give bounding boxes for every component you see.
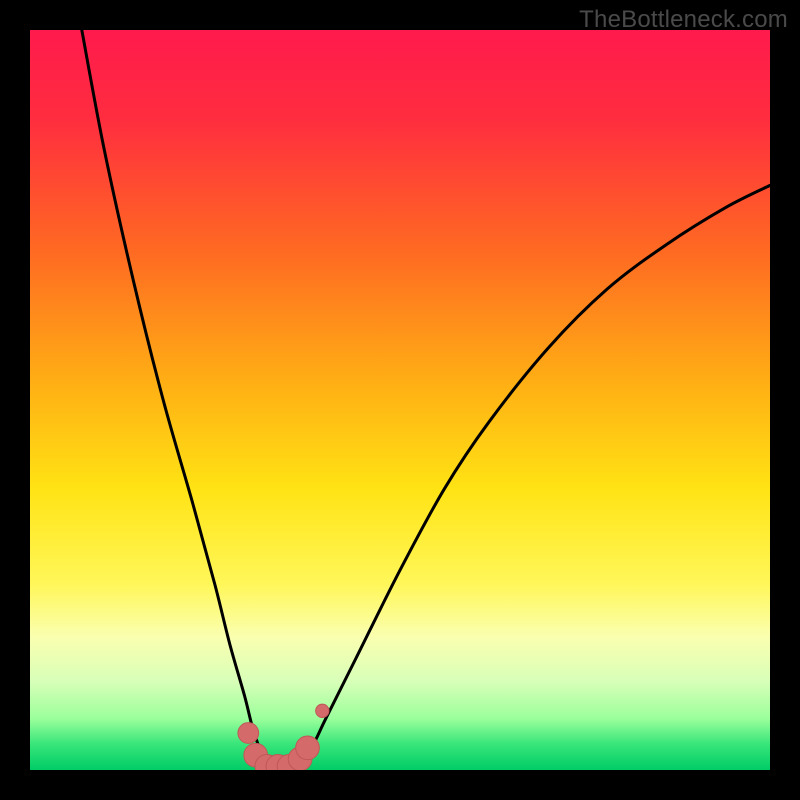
chart-frame: TheBottleneck.com <box>0 0 800 800</box>
gradient-background <box>30 30 770 770</box>
marker-dot <box>316 704 329 717</box>
marker-dot <box>296 736 320 760</box>
marker-dot <box>238 723 259 744</box>
plot-area <box>30 30 770 770</box>
chart-svg <box>30 30 770 770</box>
